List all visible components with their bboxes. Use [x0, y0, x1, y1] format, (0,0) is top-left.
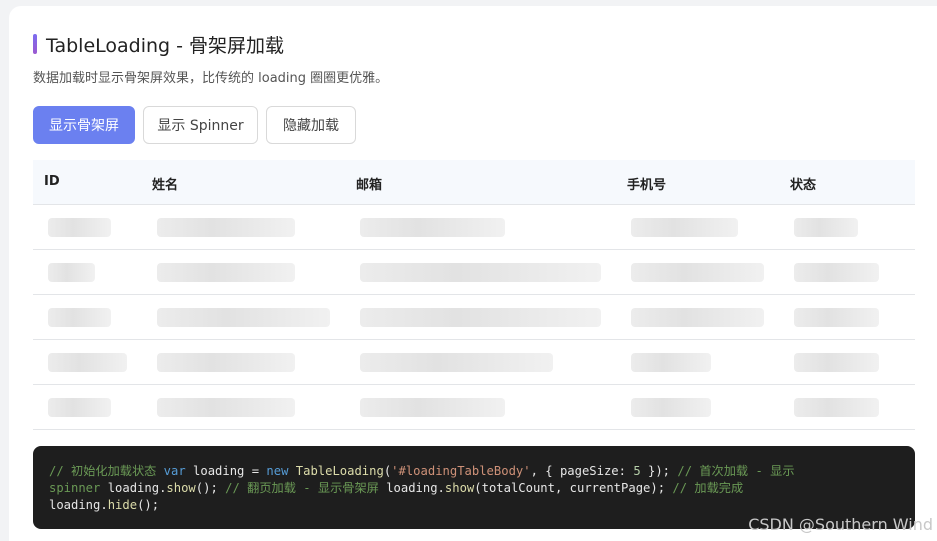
skeleton-cell — [631, 218, 738, 237]
code-comment: // 加载完成 — [672, 481, 744, 495]
column-header-phone: 手机号 — [627, 178, 667, 193]
skeleton-cell — [631, 398, 711, 417]
skeleton-cell — [360, 263, 601, 282]
skeleton-cell — [48, 263, 95, 282]
table-row — [33, 295, 915, 340]
skeleton-cell — [794, 263, 879, 282]
skeleton-cell — [48, 353, 127, 372]
loading-table: ID 姓名 邮箱 手机号 状态 — [33, 160, 915, 430]
skeleton-cell — [794, 308, 879, 327]
table-row — [33, 340, 915, 385]
skeleton-cell — [157, 263, 295, 282]
skeleton-cell — [157, 308, 330, 327]
code-text: loading = — [185, 464, 267, 478]
code-line: spinner loading.show(); // 翻页加载 - 显示骨架屏 … — [49, 480, 899, 497]
column-header-id: ID — [44, 174, 60, 189]
csdn-watermark: CSDN @Southern Wind — [748, 515, 933, 534]
code-text: }); — [640, 464, 678, 478]
code-text: (); — [195, 481, 226, 495]
skeleton-cell — [794, 398, 879, 417]
skeleton-cell — [360, 398, 505, 417]
code-number: 5 — [633, 464, 641, 478]
code-string: '#loadingTableBody' — [391, 464, 531, 478]
skeleton-cell — [794, 353, 879, 372]
page-subtitle: 数据加载时显示骨架屏效果，比传统的 loading 圈圈更优雅。 — [33, 71, 389, 86]
code-text: loading. — [378, 481, 445, 495]
code-text: (); — [137, 498, 160, 512]
code-keyword: new — [266, 464, 289, 478]
code-text: (totalCount, currentPage); — [474, 481, 673, 495]
skeleton-cell — [360, 308, 601, 327]
table-row — [33, 250, 915, 295]
code-text: , { pageSize: — [530, 464, 634, 478]
code-function: show — [444, 481, 475, 495]
code-function: show — [166, 481, 196, 495]
hide-loading-button[interactable]: 隐藏加载 — [266, 106, 356, 144]
code-text: loading. — [49, 498, 108, 512]
skeleton-cell — [48, 218, 111, 237]
skeleton-cell — [360, 218, 505, 237]
button-row: 显示骨架屏 显示 Spinner 隐藏加载 — [33, 106, 356, 144]
code-comment: // 初始化加载状态 — [49, 464, 157, 478]
code-line: loading.hide(); — [49, 497, 899, 514]
demo-card: TableLoading - 骨架屏加载 数据加载时显示骨架屏效果，比传统的 l… — [9, 6, 937, 541]
table-row — [33, 385, 915, 430]
skeleton-cell — [631, 308, 764, 327]
table-header: ID 姓名 邮箱 手机号 状态 — [33, 160, 915, 205]
skeleton-cell — [157, 218, 295, 237]
skeleton-cell — [157, 398, 295, 417]
page-title: TableLoading - 骨架屏加载 — [46, 34, 285, 57]
show-spinner-button[interactable]: 显示 Spinner — [143, 106, 258, 144]
column-header-name: 姓名 — [152, 178, 179, 193]
skeleton-cell — [157, 353, 295, 372]
code-text: loading. — [100, 481, 167, 495]
skeleton-cell — [794, 218, 858, 237]
skeleton-cell — [48, 398, 111, 417]
skeleton-cell — [48, 308, 111, 327]
code-function: hide — [107, 498, 138, 512]
column-header-status: 状态 — [790, 178, 817, 193]
skeleton-cell — [360, 353, 553, 372]
code-line: // 初始化加载状态 var loading = new TableLoadin… — [49, 463, 899, 480]
code-comment: // 首次加载 - 显示 — [677, 464, 795, 478]
skeleton-cell — [631, 353, 711, 372]
code-keyword: var — [163, 464, 186, 478]
code-comment: // 翻页加载 - 显示骨架屏 — [225, 481, 379, 495]
code-function: TableLoading — [295, 464, 384, 478]
show-skeleton-button[interactable]: 显示骨架屏 — [33, 106, 135, 144]
column-header-email: 邮箱 — [356, 178, 383, 193]
table-row — [33, 205, 915, 250]
title-accent-bar — [33, 34, 37, 54]
skeleton-cell — [631, 263, 764, 282]
title-row: TableLoading - 骨架屏加载 — [33, 33, 285, 57]
code-comment: spinner — [49, 481, 101, 495]
